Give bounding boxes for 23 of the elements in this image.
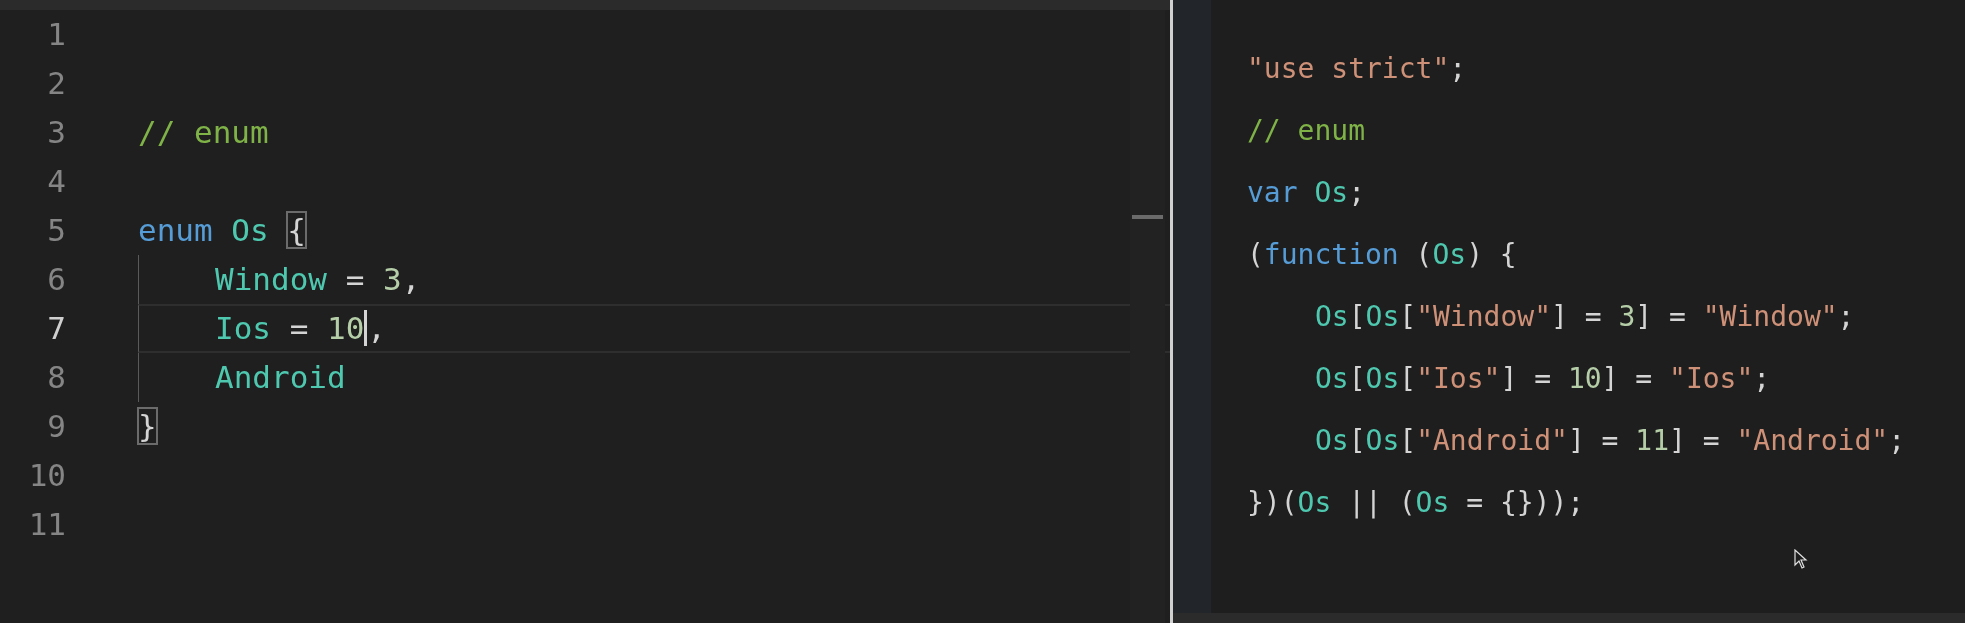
line-number: 2: [46, 64, 66, 103]
code-line: (function (Os) {: [1247, 237, 1518, 273]
code-line: // enum: [138, 113, 270, 152]
line-number: 5: [46, 211, 66, 250]
code-line: enum Os {: [138, 211, 307, 250]
line-number: 8: [46, 358, 66, 397]
code-line: // enum: [1247, 113, 1366, 149]
code-line: })(Os || (Os = {}));: [1247, 485, 1586, 521]
line-number: 4: [46, 162, 66, 201]
code-line: var Os;: [1247, 175, 1366, 211]
line-number: 6: [46, 260, 66, 299]
code-line: "use strict";: [1247, 51, 1468, 87]
line-number: 9: [46, 407, 66, 446]
line-number: 7: [46, 309, 66, 348]
code-line: Os[Os["Android"] = 11] = "Android";: [1314, 423, 1907, 459]
code-line: Os[Os["Window"] = 3] = "Window";: [1314, 299, 1856, 335]
mouse-pointer-icon: [1794, 549, 1808, 569]
line-number: 1: [46, 15, 66, 54]
line-number: 10: [27, 456, 66, 495]
line-number: 11: [27, 505, 66, 544]
code-line: Os[Os["Ios"] = 10] = "Ios";: [1314, 361, 1772, 397]
code-line: }: [138, 407, 158, 446]
line-number: 3: [46, 113, 66, 152]
